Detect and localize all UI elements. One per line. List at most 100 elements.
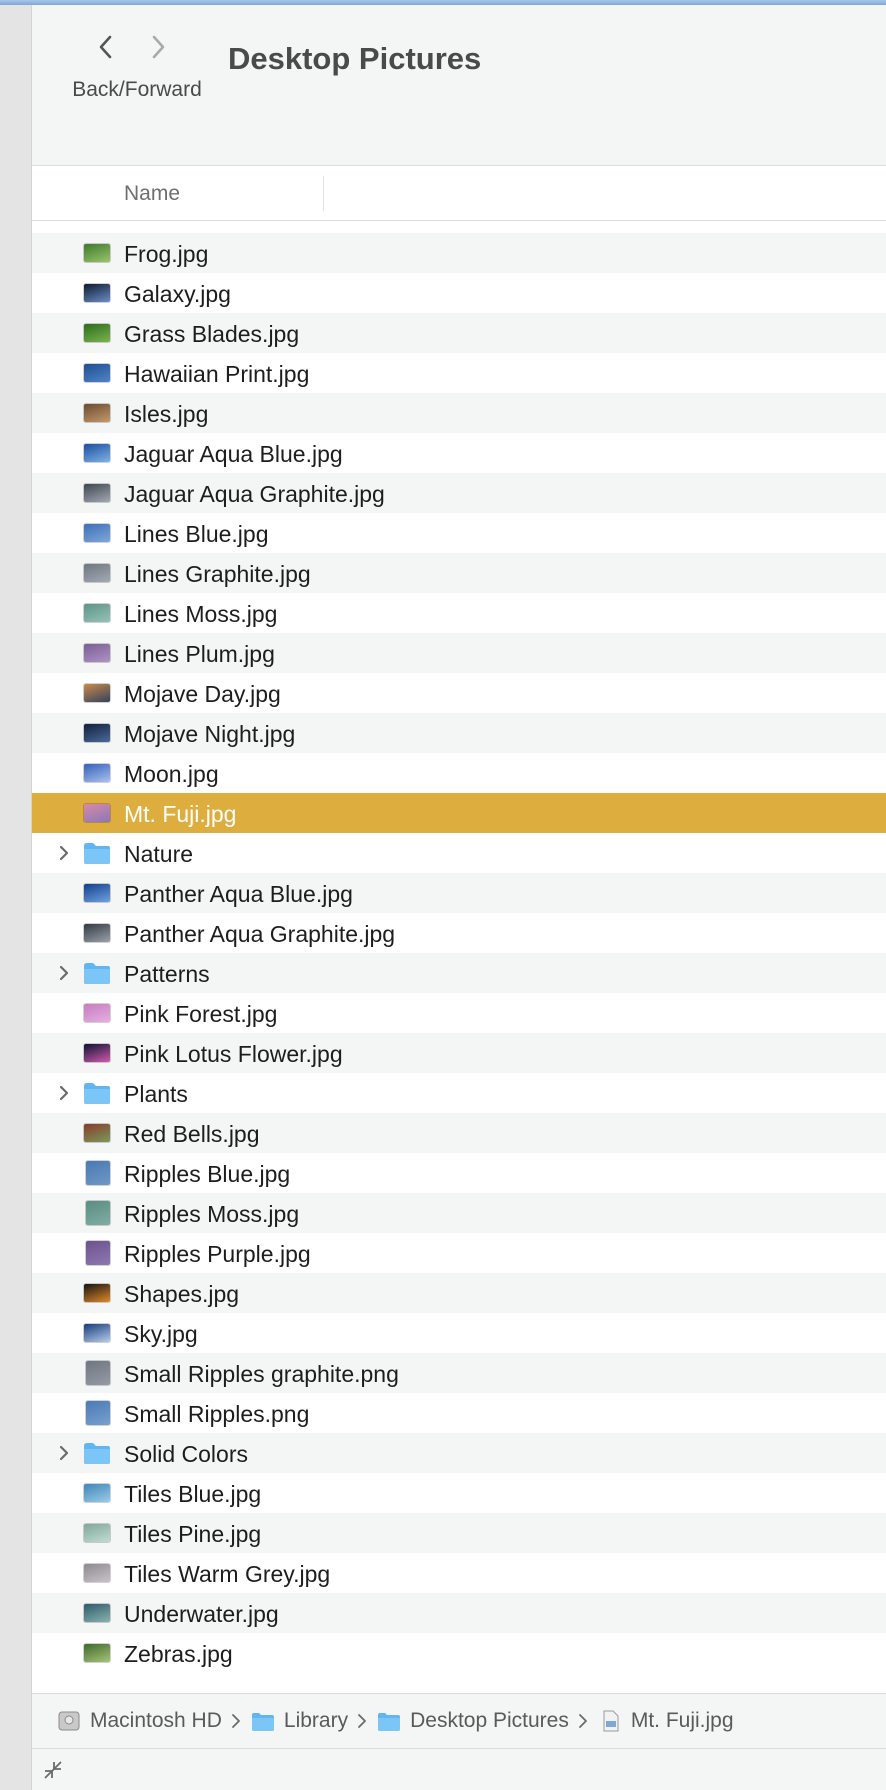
- file-row[interactable]: Ripples Moss.jpg: [32, 1193, 886, 1233]
- file-row[interactable]: Moon.jpg: [32, 753, 886, 793]
- partially-hidden-row: [32, 221, 886, 233]
- image-thumbnail-icon: [84, 404, 110, 422]
- chevron-right-icon: [152, 35, 165, 59]
- row-label: Lines Plum.jpg: [124, 641, 275, 667]
- row-label: Mojave Day.jpg: [124, 681, 281, 707]
- file-row[interactable]: Red Bells.jpg: [32, 1113, 886, 1153]
- file-row[interactable]: Panther Aqua Blue.jpg: [32, 873, 886, 913]
- file-row[interactable]: Lines Plum.jpg: [32, 633, 886, 673]
- file-row[interactable]: Grass Blades.jpg: [32, 313, 886, 353]
- image-thumbnail-icon: [84, 524, 110, 542]
- folder-icon: [82, 1080, 112, 1106]
- path-crumb-label: Library: [283, 1709, 349, 1732]
- file-row[interactable]: Shapes.jpg: [32, 1273, 886, 1313]
- row-label: Grass Blades.jpg: [124, 321, 300, 347]
- row-label: Pink Forest.jpg: [124, 1001, 278, 1027]
- row-label: Frog.jpg: [124, 241, 209, 267]
- file-row[interactable]: Lines Blue.jpg: [32, 513, 886, 553]
- image-thumbnail-icon: [84, 1524, 110, 1542]
- disclosure-triangle-icon[interactable]: [54, 1083, 74, 1103]
- file-row[interactable]: Isles.jpg: [32, 393, 886, 433]
- file-row[interactable]: Ripples Blue.jpg: [32, 1153, 886, 1193]
- path-crumb[interactable]: Macintosh HD: [56, 1709, 222, 1733]
- image-thumbnail-icon: [84, 644, 110, 662]
- row-label: Solid Colors: [124, 1441, 248, 1467]
- file-row[interactable]: Lines Graphite.jpg: [32, 553, 886, 593]
- image-thumbnail-icon: [86, 1401, 110, 1425]
- row-label: Jaguar Aqua Blue.jpg: [124, 441, 343, 467]
- file-row[interactable]: Mojave Day.jpg: [32, 673, 886, 713]
- folder-row[interactable]: Plants: [32, 1073, 886, 1113]
- file-row[interactable]: Tiles Pine.jpg: [32, 1513, 886, 1553]
- image-thumbnail-icon: [84, 1644, 110, 1662]
- image-thumbnail-icon: [84, 804, 110, 822]
- file-row[interactable]: Mt. Fuji.jpg: [32, 793, 886, 833]
- image-thumbnail-icon: [84, 884, 110, 902]
- row-label: Galaxy.jpg: [124, 281, 231, 307]
- file-row[interactable]: Mojave Night.jpg: [32, 713, 886, 753]
- column-header-bar: Name: [32, 166, 886, 221]
- disclosure-triangle-icon[interactable]: [54, 843, 74, 863]
- file-row[interactable]: Small Ripples graphite.png: [32, 1353, 886, 1393]
- file-row[interactable]: Panther Aqua Graphite.jpg: [32, 913, 886, 953]
- file-row[interactable]: Frog.jpg: [32, 233, 886, 273]
- column-header-name[interactable]: Name: [124, 182, 180, 206]
- disclosure-triangle-icon[interactable]: [54, 963, 74, 983]
- file-row[interactable]: Zebras.jpg: [32, 1633, 886, 1673]
- file-row[interactable]: Ripples Purple.jpg: [32, 1233, 886, 1273]
- row-label: Small Ripples graphite.png: [124, 1361, 399, 1387]
- row-label: Jaguar Aqua Graphite.jpg: [124, 481, 385, 507]
- path-crumb[interactable]: Desktop Pictures: [376, 1709, 569, 1733]
- folder-icon: [82, 1440, 112, 1466]
- image-thumbnail-icon: [84, 924, 110, 942]
- path-crumb[interactable]: Mt. Fuji.jpg: [597, 1709, 734, 1733]
- path-crumb-label: Mt. Fuji.jpg: [630, 1709, 734, 1732]
- back-forward-label: Back/Forward: [72, 78, 202, 101]
- window-title: Desktop Pictures: [228, 41, 482, 76]
- row-label: Nature: [124, 841, 194, 867]
- file-row[interactable]: Galaxy.jpg: [32, 273, 886, 313]
- image-thumbnail-icon: [86, 1361, 110, 1385]
- file-row[interactable]: Jaguar Aqua Graphite.jpg: [32, 473, 886, 513]
- row-label: Tiles Pine.jpg: [124, 1521, 262, 1547]
- path-crumb[interactable]: Library: [250, 1709, 348, 1733]
- row-label: Hawaiian Print.jpg: [124, 361, 310, 387]
- folder-icon: [250, 1709, 284, 1733]
- image-thumbnail-icon: [84, 764, 110, 782]
- row-label: Isles.jpg: [124, 401, 209, 427]
- folder-row[interactable]: Patterns: [32, 953, 886, 993]
- file-row[interactable]: Sky.jpg: [32, 1313, 886, 1353]
- folder-row[interactable]: Solid Colors: [32, 1433, 886, 1473]
- image-thumbnail-icon: [84, 1484, 110, 1502]
- column-divider[interactable]: [323, 176, 324, 211]
- forward-button[interactable]: [144, 29, 172, 65]
- image-thumbnail-icon: [84, 324, 110, 342]
- row-label: Zebras.jpg: [124, 1641, 233, 1667]
- image-file-icon: [597, 1709, 631, 1733]
- row-label: Tiles Blue.jpg: [124, 1481, 262, 1507]
- file-row[interactable]: Hawaiian Print.jpg: [32, 353, 886, 393]
- row-label: Mt. Fuji.jpg: [124, 801, 237, 827]
- image-thumbnail-icon: [84, 604, 110, 622]
- row-label: Tiles Warm Grey.jpg: [124, 1561, 331, 1587]
- image-thumbnail-icon: [84, 1044, 110, 1062]
- row-label: Panther Aqua Blue.jpg: [124, 881, 353, 907]
- file-row[interactable]: Lines Moss.jpg: [32, 593, 886, 633]
- back-button[interactable]: [92, 29, 120, 65]
- folder-row[interactable]: Nature: [32, 833, 886, 873]
- toolbar: Back/Forward Desktop Pictures: [32, 5, 886, 166]
- image-thumbnail-icon: [84, 444, 110, 462]
- file-row[interactable]: Tiles Warm Grey.jpg: [32, 1553, 886, 1593]
- file-row[interactable]: Underwater.jpg: [32, 1593, 886, 1633]
- disclosure-triangle-icon[interactable]: [54, 1443, 74, 1463]
- file-row[interactable]: Pink Forest.jpg: [32, 993, 886, 1033]
- file-row[interactable]: Jaguar Aqua Blue.jpg: [32, 433, 886, 473]
- file-row[interactable]: Small Ripples.png: [32, 1393, 886, 1433]
- image-thumbnail-icon: [84, 1604, 110, 1622]
- file-row[interactable]: Tiles Blue.jpg: [32, 1473, 886, 1513]
- file-row[interactable]: Pink Lotus Flower.jpg: [32, 1033, 886, 1073]
- row-label: Plants: [124, 1081, 188, 1107]
- row-label: Mojave Night.jpg: [124, 721, 296, 747]
- image-thumbnail-icon: [86, 1201, 110, 1225]
- collapse-arrows-icon[interactable]: [42, 1759, 64, 1781]
